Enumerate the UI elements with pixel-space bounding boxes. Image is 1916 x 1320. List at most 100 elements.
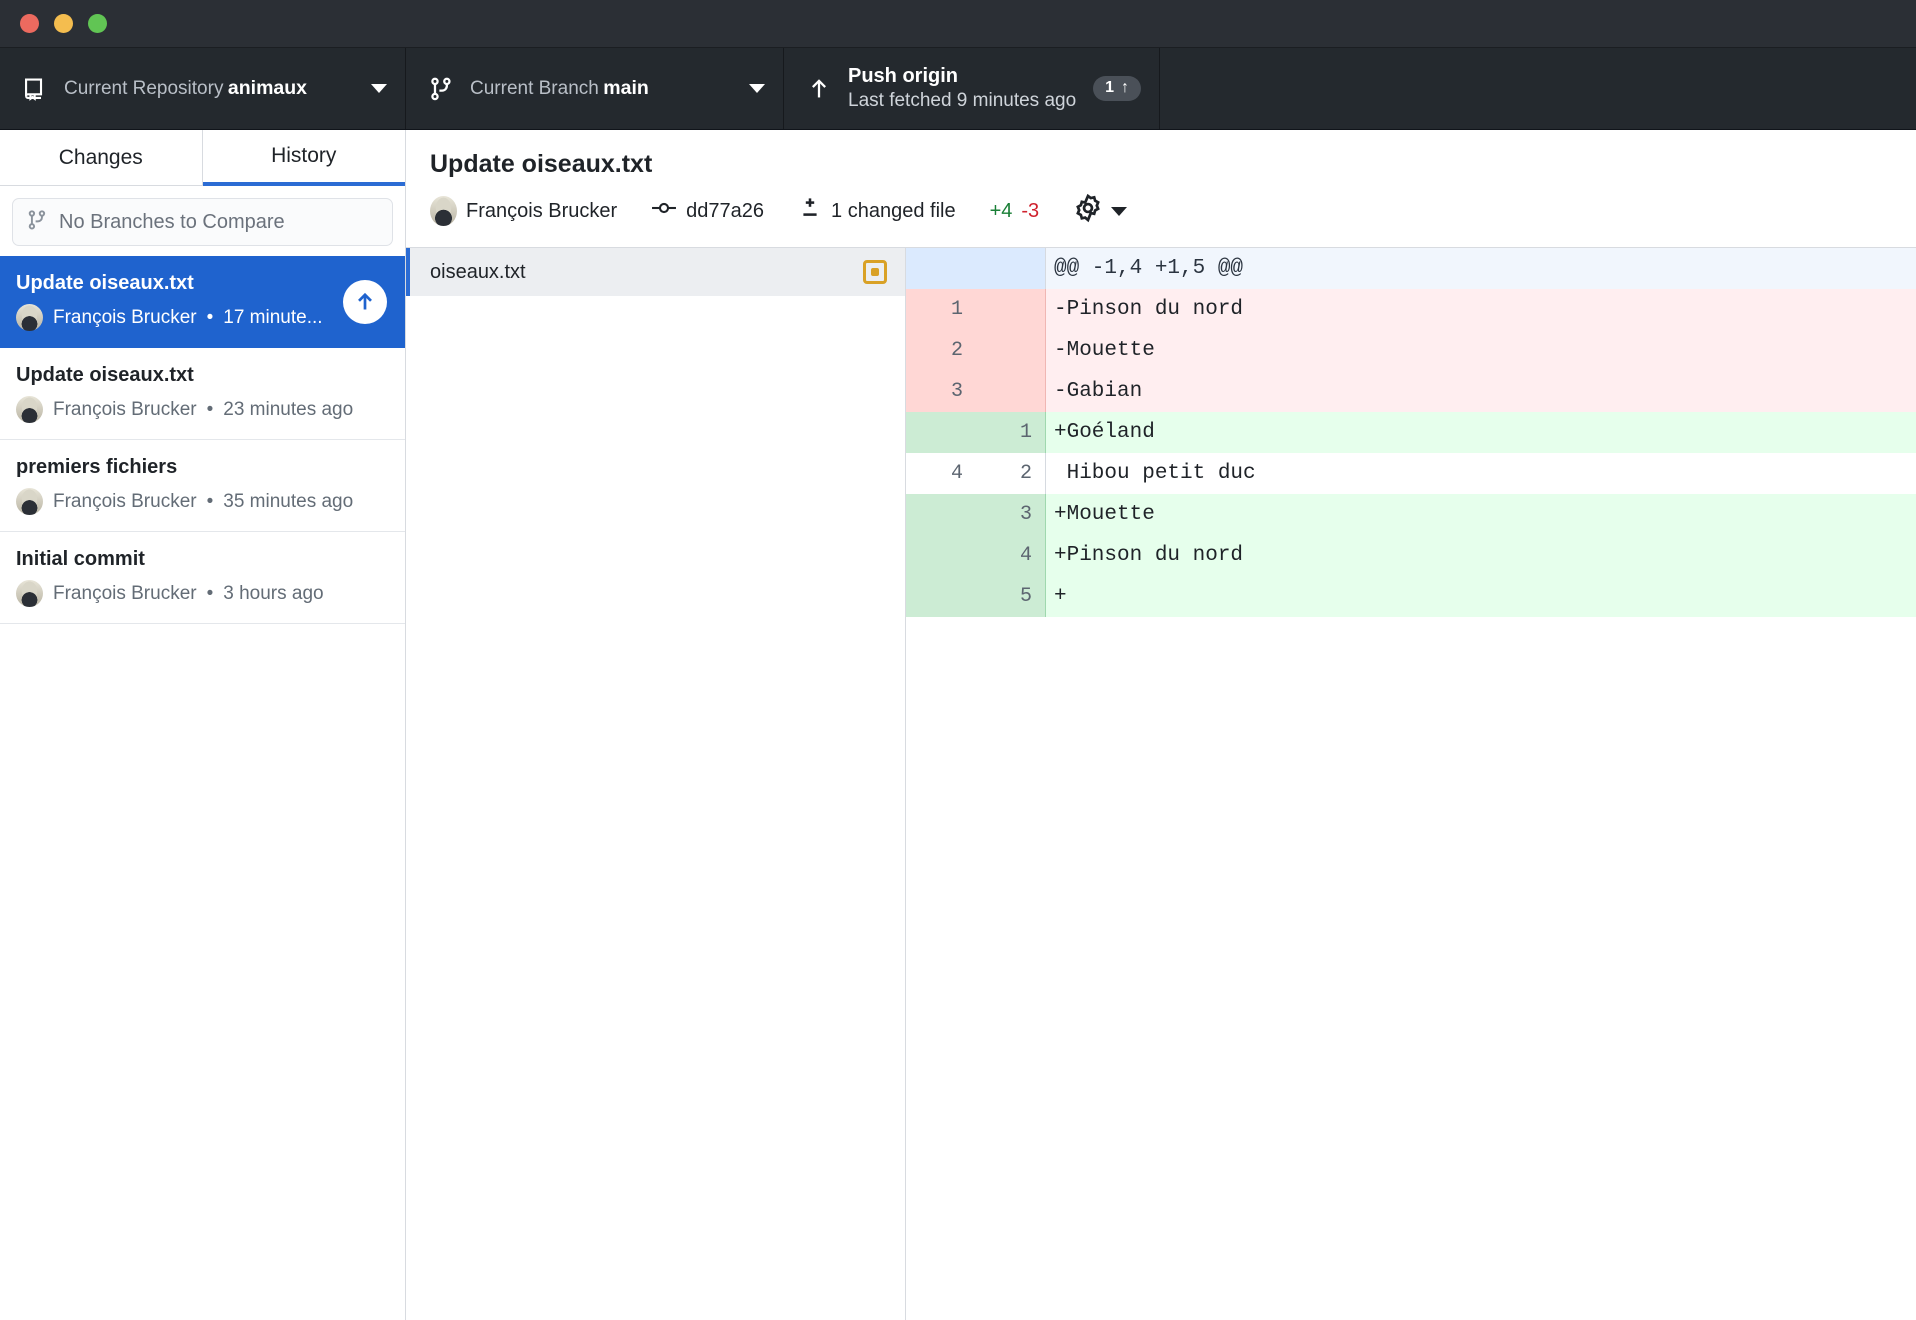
commit-list[interactable]: Update oiseaux.txt François Brucker • 17… bbox=[0, 256, 405, 1320]
diff-line-deleted: 1 -Pinson du nord bbox=[906, 289, 1916, 330]
commit-author: François Brucker bbox=[466, 200, 617, 223]
changed-files-group: 1 changed file bbox=[798, 196, 956, 226]
close-window-button[interactable] bbox=[20, 14, 39, 33]
commit-dot-icon bbox=[651, 195, 677, 227]
toolbar: Current Repository animaux Current Branc… bbox=[0, 48, 1916, 130]
unpushed-arrow-up-icon[interactable] bbox=[343, 280, 387, 324]
gear-icon bbox=[1073, 193, 1103, 229]
diff-line-hunk: @@ -1,4 +1,5 @@ bbox=[906, 248, 1916, 289]
diff-old-lineno: 1 bbox=[906, 289, 976, 330]
diff-old-lineno bbox=[906, 412, 976, 453]
commit-meta: François Brucker • 17 minute... bbox=[16, 304, 389, 331]
push-origin-text: Push origin Last fetched 9 minutes ago bbox=[848, 64, 1081, 113]
diff-code: +Pinson du nord bbox=[1046, 535, 1916, 576]
diff-line-added: 4 +Pinson du nord bbox=[906, 535, 1916, 576]
diff-panes: oiseaux.txt @@ -1,4 +1,5 @@ 1 bbox=[406, 248, 1916, 1320]
diff-old-lineno bbox=[906, 576, 976, 617]
list-item[interactable]: Initial commit François Brucker • 3 hour… bbox=[0, 532, 405, 624]
commit-author: François Brucker bbox=[53, 583, 197, 605]
avatar bbox=[16, 396, 43, 423]
chevron-down-icon bbox=[371, 84, 387, 93]
branch-icon bbox=[26, 209, 48, 236]
list-item[interactable]: Update oiseaux.txt François Brucker • 17… bbox=[0, 256, 405, 348]
page-title: Update oiseaux.txt bbox=[430, 150, 1892, 179]
avatar bbox=[16, 580, 43, 607]
commit-title: Update oiseaux.txt bbox=[16, 270, 389, 297]
diff-viewer[interactable]: @@ -1,4 +1,5 @@ 1 -Pinson du nord 2 -Mou… bbox=[906, 248, 1916, 1320]
current-branch-button[interactable]: Current Branch main bbox=[406, 48, 784, 129]
current-branch-text: Current Branch main bbox=[470, 76, 739, 101]
chevron-down-icon bbox=[1111, 207, 1127, 216]
file-name: oiseaux.txt bbox=[430, 261, 853, 284]
current-repository-value: animaux bbox=[228, 77, 307, 99]
commit-author: François Brucker bbox=[53, 307, 197, 329]
commit-meta-separator: • bbox=[207, 491, 214, 513]
push-origin-button[interactable]: Push origin Last fetched 9 minutes ago 1… bbox=[784, 48, 1160, 129]
commit-detail-meta: François Brucker dd77a26 bbox=[430, 193, 1892, 229]
diff-hunk-header: @@ -1,4 +1,5 @@ bbox=[1046, 248, 1916, 289]
file-status-modified-icon bbox=[863, 260, 887, 284]
diff-new-lineno bbox=[976, 289, 1046, 330]
compare-branch-placeholder: No Branches to Compare bbox=[59, 211, 285, 234]
commit-time: 35 minutes ago bbox=[223, 491, 353, 513]
diff-new-lineno: 3 bbox=[976, 494, 1046, 535]
changed-files-count: 1 changed file bbox=[831, 200, 956, 223]
commit-author: François Brucker bbox=[53, 399, 197, 421]
branch-icon bbox=[424, 76, 458, 102]
diff-line-context: 4 2 Hibou petit duc bbox=[906, 453, 1916, 494]
compare-branch-input[interactable]: No Branches to Compare bbox=[12, 198, 393, 246]
arrow-up-icon bbox=[802, 76, 836, 102]
diff-old-lineno bbox=[906, 248, 976, 289]
app-body: Changes History bbox=[0, 130, 1916, 1320]
tab-changes[interactable]: Changes bbox=[0, 130, 203, 186]
current-branch-label: Current Branch bbox=[470, 78, 599, 99]
avatar bbox=[16, 304, 43, 331]
commit-meta-separator: • bbox=[207, 399, 214, 421]
diff-code: Hibou petit duc bbox=[1046, 453, 1916, 494]
diff-line-added: 5 + bbox=[906, 576, 1916, 617]
push-count-value: 1 bbox=[1105, 80, 1114, 96]
diff-options-button[interactable] bbox=[1073, 193, 1127, 229]
list-item[interactable]: premiers fichiers François Brucker • 35 … bbox=[0, 440, 405, 532]
commit-meta-separator: • bbox=[207, 307, 214, 329]
diff-line-added: 1 +Goéland bbox=[906, 412, 1916, 453]
diff-line-deleted: 3 -Gabian bbox=[906, 371, 1916, 412]
tab-changes-label: Changes bbox=[59, 146, 143, 170]
chevron-down-icon bbox=[749, 84, 765, 93]
diff-new-lineno: 2 bbox=[976, 453, 1046, 494]
diff-old-lineno bbox=[906, 494, 976, 535]
diff-line-added: 3 +Mouette bbox=[906, 494, 1916, 535]
push-count-badge: 1 ↑ bbox=[1093, 76, 1141, 101]
current-repository-button[interactable]: Current Repository animaux bbox=[0, 48, 406, 129]
diff-old-lineno: 2 bbox=[906, 330, 976, 371]
commit-meta-separator: • bbox=[207, 583, 214, 605]
commit-author-group: François Brucker bbox=[430, 196, 617, 226]
tab-history[interactable]: History bbox=[203, 130, 406, 186]
commit-meta: François Brucker • 23 minutes ago bbox=[16, 396, 389, 423]
app-window: Current Repository animaux Current Branc… bbox=[0, 0, 1916, 1320]
diff-new-lineno: 1 bbox=[976, 412, 1046, 453]
repo-icon bbox=[18, 76, 52, 102]
diff-code: +Goéland bbox=[1046, 412, 1916, 453]
sidebar: Changes History bbox=[0, 130, 406, 1320]
list-item[interactable]: Update oiseaux.txt François Brucker • 23… bbox=[0, 348, 405, 440]
commit-title: Initial commit bbox=[16, 546, 389, 573]
commit-meta: François Brucker • 3 hours ago bbox=[16, 580, 389, 607]
diff-new-lineno bbox=[976, 371, 1046, 412]
diff-line-deleted: 2 -Mouette bbox=[906, 330, 1916, 371]
diff-old-lineno: 4 bbox=[906, 453, 976, 494]
toolbar-empty-area bbox=[1160, 48, 1916, 129]
changed-file-list: oiseaux.txt bbox=[406, 248, 906, 1320]
minimize-window-button[interactable] bbox=[54, 14, 73, 33]
avatar bbox=[430, 196, 457, 226]
diff-new-lineno: 4 bbox=[976, 535, 1046, 576]
diff-new-lineno: 5 bbox=[976, 576, 1046, 617]
list-item[interactable]: oiseaux.txt bbox=[406, 248, 905, 296]
commit-sha-group[interactable]: dd77a26 bbox=[651, 195, 764, 227]
push-origin-subtitle: Last fetched 9 minutes ago bbox=[848, 89, 1081, 113]
commit-title: premiers fichiers bbox=[16, 454, 389, 481]
tab-history-label: History bbox=[271, 144, 336, 168]
commit-detail-header: Update oiseaux.txt François Brucker bbox=[406, 130, 1916, 248]
traffic-lights bbox=[20, 14, 107, 33]
zoom-window-button[interactable] bbox=[88, 14, 107, 33]
